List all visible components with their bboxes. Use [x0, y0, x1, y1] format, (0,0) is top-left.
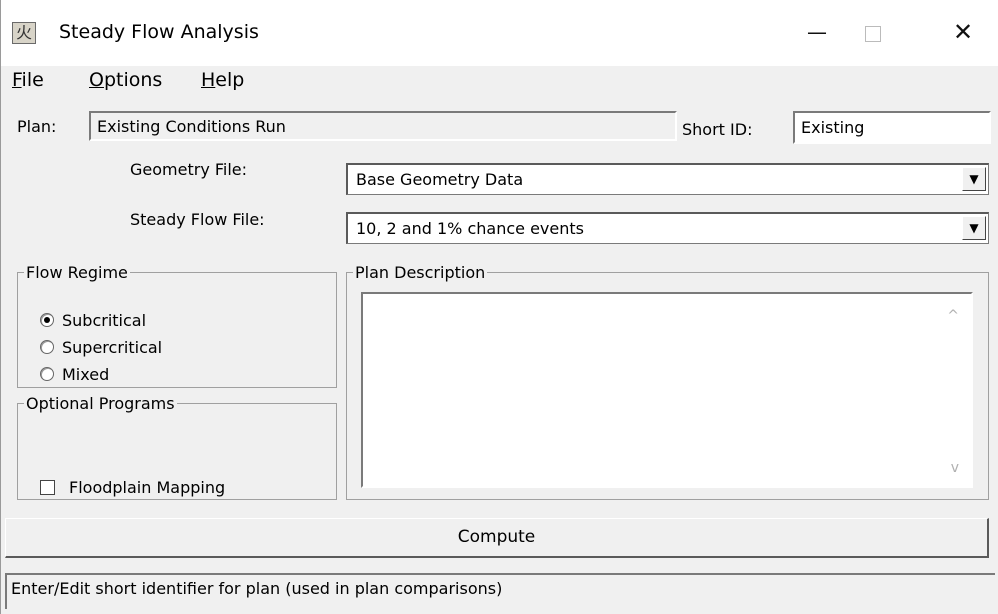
checkbox-icon — [40, 480, 55, 495]
flow-regime-group: Flow Regime Subcritical Supercritical Mi… — [17, 263, 337, 388]
menu-options-label: ptions — [103, 69, 163, 91]
window-title: Steady Flow Analysis — [59, 21, 259, 43]
radio-unselected-icon — [40, 340, 54, 354]
radio-mixed[interactable]: Mixed — [40, 365, 109, 384]
geometry-file-value: Base Geometry Data — [356, 170, 524, 189]
optional-programs-legend: Optional Programs — [26, 394, 175, 413]
maximize-button[interactable] — [850, 12, 896, 52]
scroll-up-icon[interactable]: ^ — [947, 308, 959, 324]
floodplain-mapping-label: Floodplain Mapping — [69, 478, 226, 497]
chevron-down-icon[interactable]: ▼ — [962, 216, 986, 240]
menu-help-label: elp — [215, 69, 245, 91]
steady-flow-file-value: 10, 2 and 1% chance events — [356, 219, 584, 238]
menu-options-mnemonic: O — [89, 69, 104, 91]
short-id-label: Short ID: — [682, 120, 753, 139]
app-icon[interactable]: ⽕ — [12, 22, 36, 44]
radio-subcritical-label: Subcritical — [62, 311, 147, 330]
plan-description-textarea[interactable]: ^ v — [361, 292, 973, 488]
flow-regime-legend: Flow Regime — [26, 263, 128, 282]
radio-supercritical-label: Supercritical — [62, 338, 163, 357]
minimize-button[interactable]: — — [794, 12, 840, 52]
radio-unselected-icon — [40, 367, 54, 381]
compute-button[interactable]: Compute — [5, 518, 989, 558]
steady-flow-file-dropdown[interactable]: 10, 2 and 1% chance events ▼ — [346, 212, 989, 244]
status-bar: Enter/Edit short identifier for plan (us… — [5, 573, 995, 609]
close-button[interactable]: ✕ — [940, 12, 986, 52]
radio-subcritical[interactable]: Subcritical — [40, 311, 146, 330]
chevron-down-icon[interactable]: ▼ — [962, 167, 986, 191]
optional-programs-group: Optional Programs Floodplain Mapping — [17, 394, 337, 500]
plan-title-field[interactable]: Existing Conditions Run — [89, 111, 677, 141]
radio-supercritical[interactable]: Supercritical — [40, 338, 162, 357]
radio-selected-icon — [40, 313, 54, 327]
menu-file-mnemonic: F — [12, 69, 22, 91]
geometry-file-dropdown[interactable]: Base Geometry Data ▼ — [346, 163, 989, 195]
steady-flow-analysis-window: ⽕ Steady Flow Analysis — ✕ File Options … — [0, 0, 998, 614]
menu-options[interactable]: Options — [89, 69, 162, 91]
steady-flow-file-label: Steady Flow File: — [130, 210, 265, 229]
menu-file-label: ile — [21, 69, 44, 91]
scroll-down-icon[interactable]: v — [951, 460, 959, 476]
menu-bar: File Options Help — [1, 66, 998, 98]
maximize-icon — [865, 25, 881, 42]
radio-mixed-label: Mixed — [62, 365, 110, 384]
menu-file[interactable]: File — [12, 69, 44, 91]
floodplain-mapping-checkbox[interactable]: Floodplain Mapping — [40, 478, 225, 497]
plan-label: Plan: — [17, 117, 57, 136]
short-id-input[interactable]: Existing — [793, 111, 991, 144]
menu-help-mnemonic: H — [201, 69, 216, 91]
title-bar[interactable]: ⽕ Steady Flow Analysis — ✕ — [1, 0, 998, 66]
menu-help[interactable]: Help — [201, 69, 244, 91]
geometry-file-label: Geometry File: — [130, 160, 248, 179]
plan-description-legend: Plan Description — [355, 263, 486, 282]
